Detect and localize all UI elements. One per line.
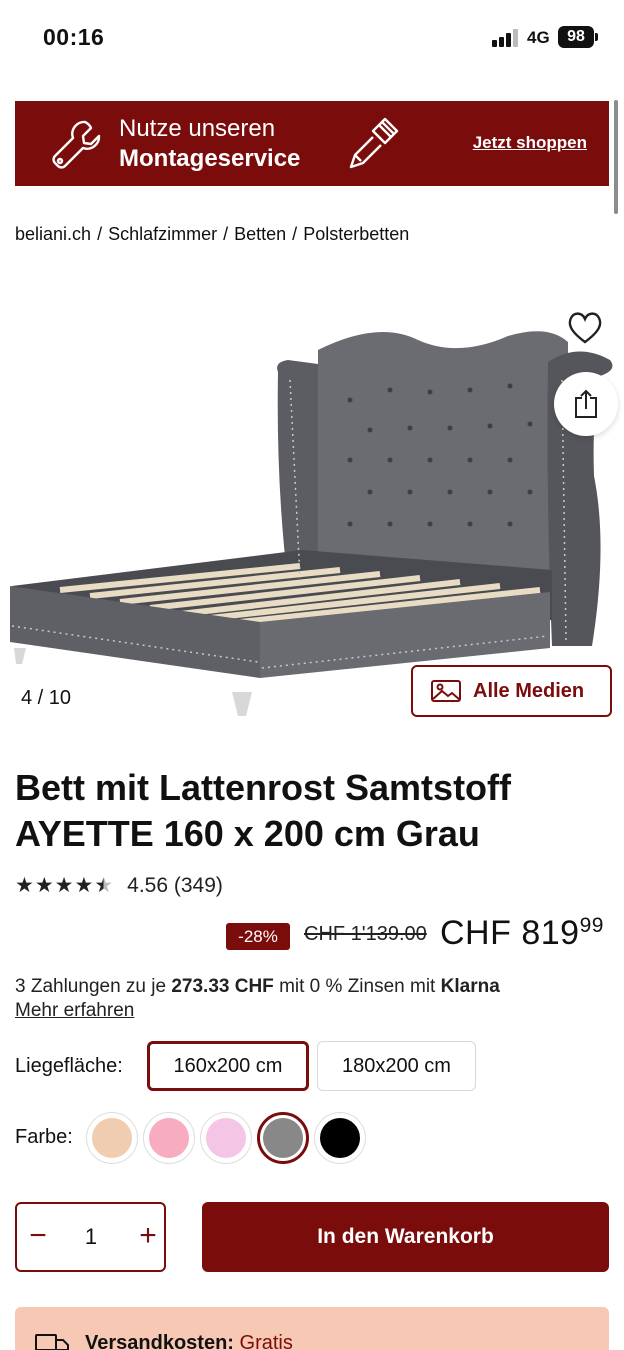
discount-badge: -28% <box>226 923 290 950</box>
star-full-icon: ★ <box>15 874 34 897</box>
rating-stars: ★ ★ ★ ★ ★ <box>15 875 113 897</box>
price-row: -28% CHF 1'139.00 CHF 81999 <box>0 912 624 962</box>
image-counter: 4 / 10 <box>21 687 72 709</box>
color-swatch-light-pink[interactable] <box>200 1112 252 1164</box>
rating-score: 4.56 (349) <box>127 874 223 897</box>
share-icon <box>575 389 597 418</box>
battery-tip <box>595 33 598 41</box>
current-price: CHF 81999 <box>440 914 604 952</box>
alle-medien-label: Alle Medien <box>473 680 585 702</box>
alle-medien-button[interactable]: Alle Medien <box>411 665 612 717</box>
banner-line1: Nutze unseren <box>119 115 276 142</box>
page-scrollbar[interactable] <box>614 100 618 214</box>
size-option-160x200[interactable]: 160x200 cm <box>147 1041 309 1091</box>
heart-icon[interactable] <box>566 310 604 346</box>
image-icon <box>431 680 461 702</box>
breadcrumb-separator: / <box>292 224 298 244</box>
klarna-logo: Klarna <box>440 976 500 997</box>
breadcrumb: beliani.ch / Schlafzimmer / Betten / Pol… <box>15 224 409 245</box>
color-swatch-grey[interactable] <box>257 1112 309 1164</box>
swatch-dot <box>149 1118 189 1158</box>
status-bar: 00:16 4G 98 <box>0 0 624 76</box>
montageservice-banner[interactable]: Nutze unseren Montageservice Jetzt shopp… <box>15 101 609 186</box>
breadcrumb-item-home[interactable]: beliani.ch <box>15 224 91 245</box>
share-button[interactable] <box>554 372 618 436</box>
quantity-value[interactable]: 1 <box>79 1224 103 1250</box>
breadcrumb-separator: / <box>223 224 229 244</box>
battery-icon: 98 <box>558 26 594 48</box>
product-title: Bett mit Lattenrost Samtstoff AYETTE 160… <box>15 767 512 854</box>
star-full-icon: ★ <box>54 874 74 897</box>
jetzt-shoppen-link[interactable]: Jetzt shoppen <box>473 133 587 153</box>
old-price: CHF 1'139.00 <box>304 923 427 945</box>
color-label: Farbe: <box>15 1126 73 1148</box>
size-option-180x200[interactable]: 180x200 cm <box>317 1041 476 1091</box>
star-full-icon: ★ <box>74 874 94 897</box>
add-to-cart-button[interactable]: In den Warenkorb <box>202 1202 609 1272</box>
star-full-icon: ★ <box>34 874 54 897</box>
status-time: 00:16 <box>43 24 105 50</box>
swatch-dot <box>92 1118 132 1158</box>
screwdriver-icon <box>349 117 399 169</box>
swatch-dot <box>320 1118 360 1158</box>
swatch-dot <box>263 1118 303 1158</box>
klarna-info: 3 Zahlungen zu je 273.33 CHF mit 0 % Zin… <box>15 976 500 1021</box>
breadcrumb-item-betten[interactable]: Betten <box>234 224 286 245</box>
decrement-button[interactable]: − <box>25 1221 51 1251</box>
product-rating[interactable]: ★ ★ ★ ★ ★ 4.56 (349) <box>15 874 223 898</box>
wrench-icon <box>52 120 101 169</box>
product-image[interactable] <box>0 300 624 720</box>
signal-icon <box>492 29 518 47</box>
network-type: 4G <box>527 28 550 47</box>
size-label: Liegefläche: <box>15 1055 123 1077</box>
mehr-erfahren-link[interactable]: Mehr erfahren <box>15 1000 134 1021</box>
color-swatch-beige[interactable] <box>86 1112 138 1164</box>
breadcrumb-item-polsterbetten[interactable]: Polsterbetten <box>303 224 409 245</box>
star-half-icon: ★ <box>94 874 114 897</box>
color-swatch-pink[interactable] <box>143 1112 195 1164</box>
shipping-info: Versandkosten: Gratis <box>15 1307 609 1350</box>
quantity-stepper: − 1 + <box>15 1202 166 1272</box>
breadcrumb-separator: / <box>97 224 103 244</box>
breadcrumb-item-schlafzimmer[interactable]: Schlafzimmer <box>108 224 217 245</box>
increment-button[interactable]: + <box>135 1221 161 1251</box>
banner-line2: Montageservice <box>119 145 301 172</box>
shipping-text: Versandkosten: Gratis <box>85 1332 293 1350</box>
swatch-dot <box>206 1118 246 1158</box>
delivery-truck-icon <box>35 1334 69 1350</box>
color-swatch-black[interactable] <box>314 1112 366 1164</box>
